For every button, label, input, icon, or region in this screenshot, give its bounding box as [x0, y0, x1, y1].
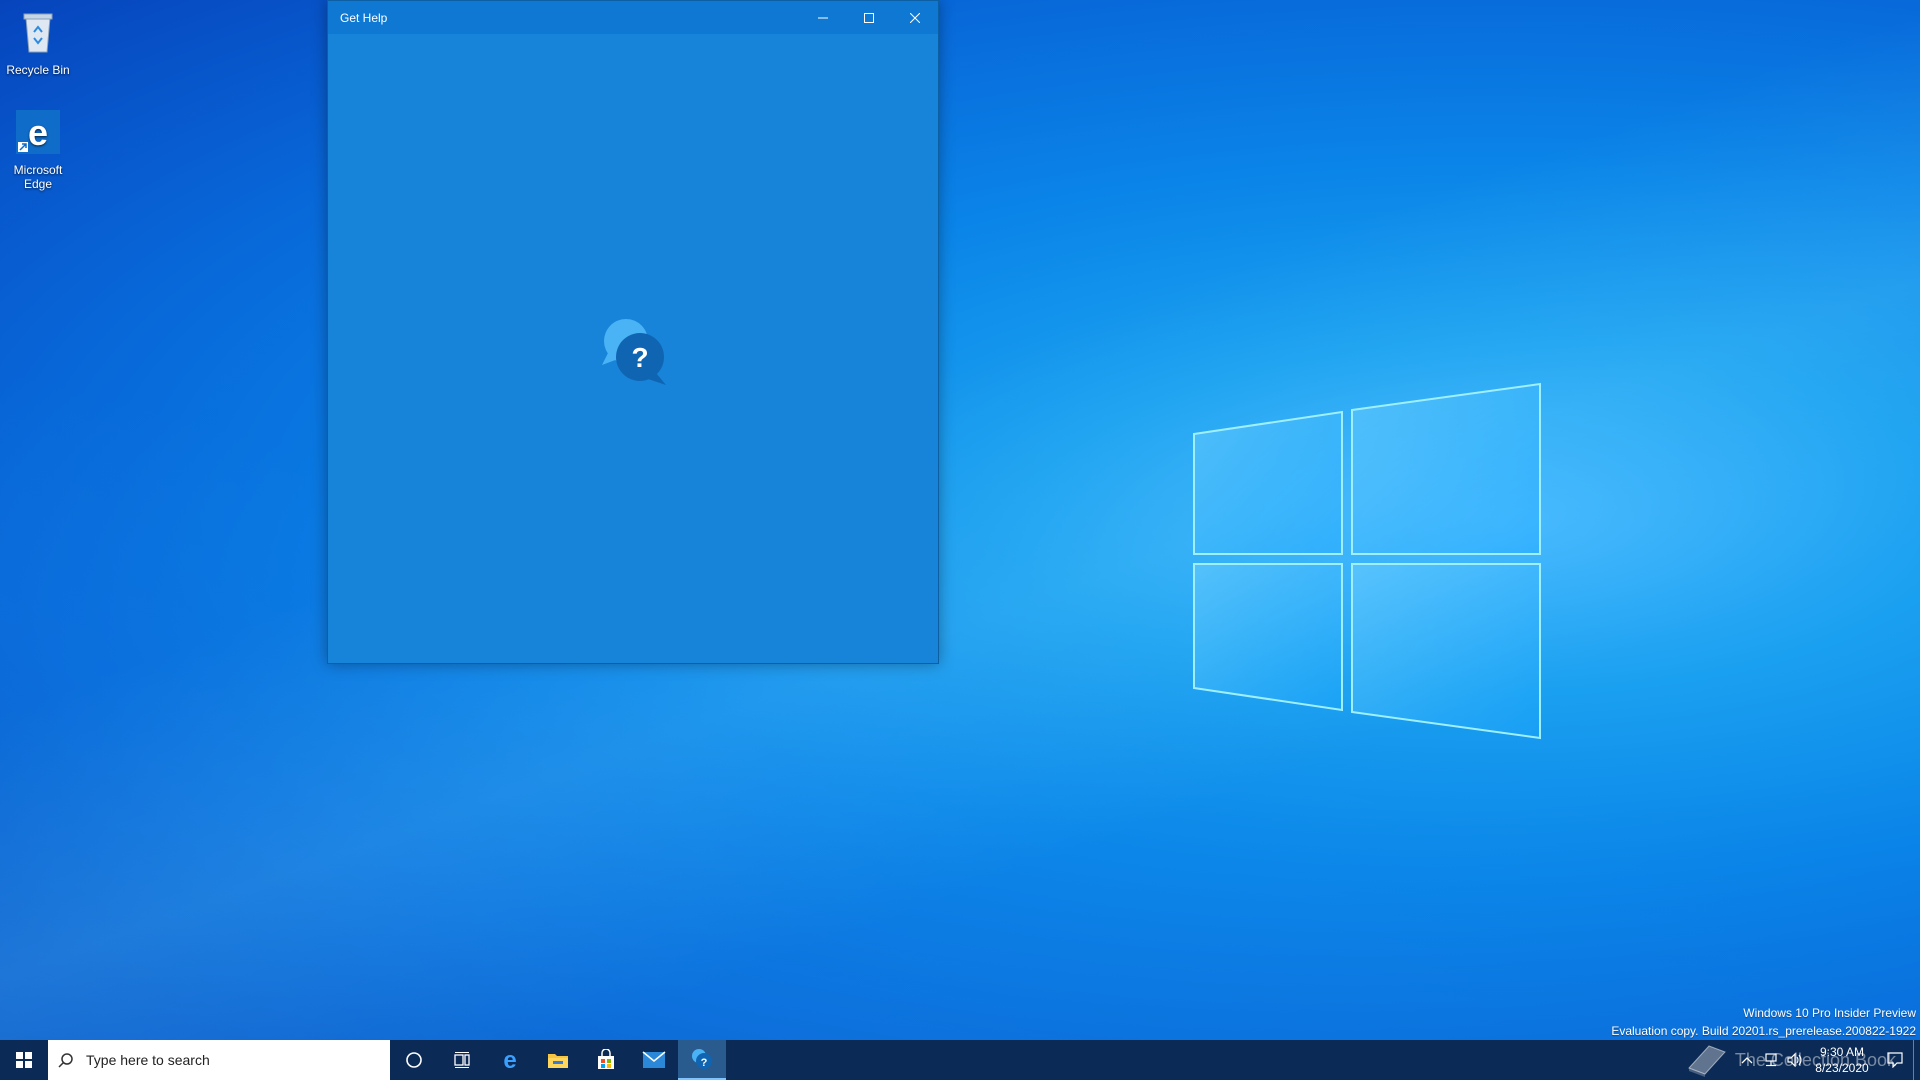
show-desktop-button[interactable] [1913, 1040, 1920, 1080]
svg-text:?: ? [701, 1057, 708, 1069]
task-view-icon [454, 1052, 470, 1068]
edge-icon: e [503, 1048, 516, 1072]
close-button[interactable] [892, 1, 938, 34]
taskbar-clock[interactable]: 9:30 AM 8/23/2020 [1807, 1044, 1877, 1076]
maximize-icon [864, 12, 874, 23]
windows-start-icon [16, 1052, 32, 1068]
recycle-bin-icon [23, 13, 53, 53]
watermark-build: Evaluation copy. Build 20201.rs_prerelea… [1611, 1024, 1916, 1038]
taskbar-get-help[interactable]: ? [678, 1040, 726, 1080]
chevron-up-icon [1741, 1057, 1753, 1064]
search-placeholder: Type here to search [86, 1052, 210, 1068]
search-icon [58, 1053, 73, 1068]
svg-text:e: e [28, 112, 48, 153]
window-title: Get Help [340, 10, 388, 25]
build-watermark: Windows 10 Pro Insider Preview Evaluatio… [1611, 1004, 1916, 1040]
action-center-button[interactable] [1877, 1040, 1913, 1080]
watermark-edition: Windows 10 Pro Insider Preview [1743, 1006, 1916, 1020]
close-icon [910, 12, 920, 23]
store-icon [598, 1049, 614, 1069]
taskbar-edge[interactable]: e [486, 1040, 534, 1080]
desktop-icon-recycle-bin[interactable]: Recycle Bin [0, 8, 76, 77]
show-hidden-icons-button[interactable] [1735, 1040, 1759, 1080]
mail-icon [642, 1051, 666, 1068]
cortana-button[interactable] [390, 1040, 438, 1080]
desktop-icon-edge[interactable]: e Microsoft Edge [0, 108, 76, 191]
minimize-button[interactable] [800, 1, 846, 34]
start-button[interactable] [0, 1040, 48, 1080]
edge-icon: e [16, 110, 60, 154]
get-help-icon: ? [692, 1049, 712, 1069]
wallpaper-beam [0, 0, 1920, 1080]
network-icon [1765, 1053, 1777, 1067]
windows-wallpaper-logo [1193, 382, 1541, 740]
cortana-icon [406, 1052, 422, 1068]
taskbar: Type here to search e ? The Collection B… [0, 1040, 1920, 1080]
speaker-icon [1787, 1053, 1802, 1067]
volume-button[interactable] [1783, 1040, 1807, 1080]
svg-text:?: ? [631, 342, 648, 373]
taskbar-search-box[interactable]: Type here to search [48, 1040, 390, 1080]
notification-icon [1887, 1052, 1903, 1068]
network-button[interactable] [1759, 1040, 1783, 1080]
svg-text:e: e [503, 1048, 516, 1072]
taskbar-file-explorer[interactable] [534, 1040, 582, 1080]
taskbar-mail[interactable] [630, 1040, 678, 1080]
minimize-icon [818, 17, 828, 18]
system-tray: 9:30 AM 8/23/2020 [1735, 1040, 1920, 1080]
desktop-icon-label: Microsoft Edge [13, 163, 63, 191]
book-icon [1688, 1045, 1726, 1077]
clock-date: 8/23/2020 [1815, 1061, 1869, 1075]
task-view-button[interactable] [438, 1040, 486, 1080]
get-help-icon: ? [602, 319, 666, 385]
clock-time: 9:30 AM [1819, 1045, 1865, 1059]
get-help-window[interactable]: Get Help ? [327, 0, 939, 664]
wallpaper-beam [0, 0, 1920, 1080]
maximize-button[interactable] [846, 1, 892, 34]
taskbar-store[interactable] [582, 1040, 630, 1080]
window-titlebar[interactable]: Get Help [328, 1, 938, 34]
folder-icon [548, 1054, 568, 1068]
desktop-icon-label: Recycle Bin [6, 63, 70, 77]
